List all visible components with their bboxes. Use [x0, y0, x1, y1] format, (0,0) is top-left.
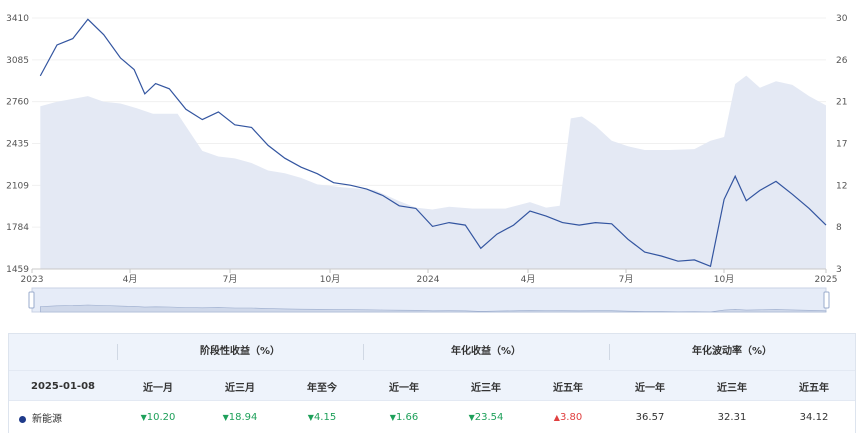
left-tick-label: 2435: [6, 140, 29, 150]
cell-value: 10.20: [146, 412, 176, 423]
right-tick-label: 12: [836, 181, 847, 191]
left-axis: 3410 3085 2760 2435 2109 1784 1459: [6, 14, 29, 275]
cell-value: 4.15: [313, 412, 337, 423]
range-slider[interactable]: [0, 286, 864, 316]
right-tick-label: 30: [836, 14, 848, 24]
table-group-header: 阶段性收益（%） 年化收益（%） 年化波动率（%）: [9, 334, 855, 370]
header-col: 近一月: [143, 382, 173, 394]
table-cell: ▼23.54: [445, 412, 527, 423]
cell-value: 1.66: [395, 412, 419, 423]
header-col: 近三年: [717, 382, 747, 394]
right-tick-label: 8: [836, 223, 842, 233]
header-col: 近一年: [635, 382, 665, 394]
right-axis: 30 26 21 17 12 8 3: [836, 14, 848, 275]
area-series: [40, 75, 827, 269]
returns-table: 阶段性收益（%） 年化收益（%） 年化波动率（%） 2025-01-08 近一月…: [8, 333, 856, 434]
table-cell: 36.57: [609, 412, 691, 423]
slider-handle-left[interactable]: [28, 291, 35, 309]
header-col: 近三月: [225, 382, 255, 394]
table-cell: 32.31: [691, 412, 773, 423]
x-tick-label: 2024: [417, 275, 440, 285]
row-name: 新能源: [32, 414, 62, 425]
left-tick-label: 1459: [6, 265, 29, 275]
series-dot-icon: [19, 415, 26, 423]
table-cell: 34.12: [773, 412, 855, 423]
cell-value: 36.57: [635, 412, 665, 423]
x-tick-label: 10月: [320, 274, 340, 285]
header-col: 近三年: [471, 382, 501, 394]
group-annual-volatility: 年化波动率（%）: [691, 346, 773, 357]
header-col: 近一年: [389, 382, 419, 394]
x-tick-label: 4月: [123, 274, 138, 285]
table-cell: ▼4.15: [281, 412, 363, 423]
right-tick-label: 21: [836, 98, 847, 108]
left-tick-label: 2109: [6, 181, 29, 191]
slider-handle-right[interactable]: [823, 291, 830, 309]
table-cell: ▼18.94: [199, 412, 281, 423]
x-tick-label: 10月: [714, 274, 734, 285]
table-row: 新能源 ▼10.20 ▼18.94 ▼4.15 ▼1.66 ▼23.54 ▲3.80 36.…: [9, 400, 855, 434]
x-tick-label: 2025: [815, 275, 838, 285]
group-stage-returns: 阶段性收益（%）: [199, 346, 281, 357]
table-cell: ▼1.66: [363, 412, 445, 423]
header-date: 2025-01-08: [31, 380, 95, 392]
x-tick-label: 7月: [619, 274, 634, 285]
table-column-header: 2025-01-08 近一月 近三月 年至今 近一年 近三年 近五年 近一年 近…: [9, 370, 855, 401]
cell-value: 34.12: [799, 412, 829, 423]
table-cell: ▼10.20: [117, 412, 199, 423]
cell-value: 18.94: [228, 412, 258, 423]
group-divider: [117, 344, 118, 360]
table-cell: ▲3.80: [527, 412, 609, 423]
cell-value: 3.80: [559, 412, 583, 423]
x-tick-label: 2023: [21, 275, 44, 285]
left-tick-label: 1784: [6, 223, 29, 233]
left-tick-label: 3085: [6, 56, 29, 66]
right-tick-label: 3: [836, 265, 842, 275]
x-tick-label: 4月: [521, 274, 536, 285]
chart: 3410 3085 2760 2435 2109 1784 1459 30 26 21 17 12 8…: [6, 14, 848, 290]
x-axis: 2023 4月 7月 10月 2024 4月 7月 10月 2025: [21, 269, 838, 285]
left-tick-label: 3410: [6, 14, 29, 24]
right-tick-label: 26: [836, 56, 848, 66]
row-name-cell: 新能源: [9, 410, 117, 425]
group-annual-returns: 年化收益（%）: [450, 346, 522, 357]
right-tick-label: 17: [836, 140, 847, 150]
cell-value: 32.31: [717, 412, 747, 423]
header-col: 年至今: [307, 382, 337, 394]
header-col: 近五年: [553, 382, 583, 394]
left-tick-label: 2760: [6, 98, 29, 108]
cell-value: 23.54: [474, 412, 504, 423]
header-col: 近五年: [799, 382, 829, 394]
x-tick-label: 7月: [223, 274, 238, 285]
